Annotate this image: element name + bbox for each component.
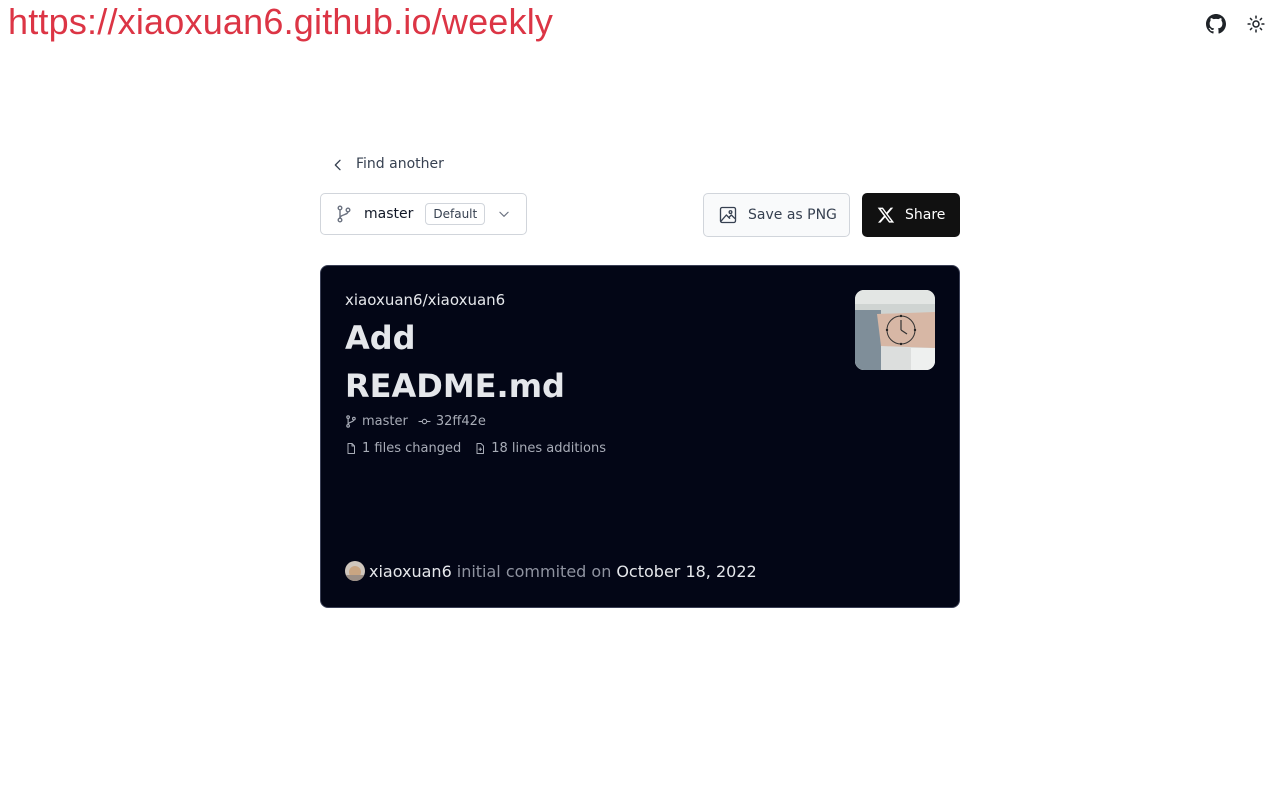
github-link[interactable] <box>1204 12 1228 36</box>
github-icon <box>1206 14 1226 34</box>
author-avatar <box>345 561 365 581</box>
commit-card: xiaoxuan6/xiaoxuan6 Add README.md master… <box>320 265 960 608</box>
lines-added: 18 lines additions <box>491 441 607 456</box>
sun-icon <box>1247 15 1265 33</box>
theme-toggle-button[interactable] <box>1244 12 1268 36</box>
git-branch-icon <box>336 205 352 223</box>
branch-selector[interactable]: master Default <box>320 193 527 235</box>
author-name: xiaoxuan6 <box>369 561 452 581</box>
save-as-png-label: Save as PNG <box>748 207 837 223</box>
repo-name: xiaoxuan6/xiaoxuan6 <box>345 291 506 309</box>
commit-footer: xiaoxuan6 initial commited on October 18… <box>345 561 757 581</box>
default-badge: Default <box>425 203 486 225</box>
commit-ref-row: master 32ff42e <box>345 414 486 429</box>
chevron-left-icon <box>334 159 341 170</box>
commit-title: Add README.md <box>345 319 565 405</box>
git-branch-icon <box>345 415 357 428</box>
share-button[interactable]: Share <box>862 193 960 237</box>
x-logo-icon <box>877 207 895 223</box>
commit-stats-row: 1 files changed 18 lines additions <box>345 441 606 456</box>
card-branch: master <box>362 414 408 429</box>
git-commit-icon <box>418 415 431 428</box>
commit-date: October 18, 2022 <box>616 561 757 581</box>
file-icon <box>345 442 357 455</box>
file-plus-icon <box>474 442 486 455</box>
save-as-png-button[interactable]: Save as PNG <box>703 193 850 237</box>
find-another-link[interactable]: Find another <box>330 152 444 176</box>
repo-owner-avatar <box>855 290 935 370</box>
commit-hash: 32ff42e <box>435 414 486 429</box>
branch-name: master <box>364 206 414 222</box>
chevron-down-icon <box>497 207 511 221</box>
files-changed: 1 files changed <box>362 441 462 456</box>
share-label: Share <box>905 207 946 223</box>
commit-verb: initial commited on <box>456 561 612 581</box>
find-another-label: Find another <box>356 156 444 172</box>
image-icon <box>719 206 737 224</box>
site-url-link[interactable]: https://xiaoxuan6.github.io/weekly <box>8 0 553 44</box>
